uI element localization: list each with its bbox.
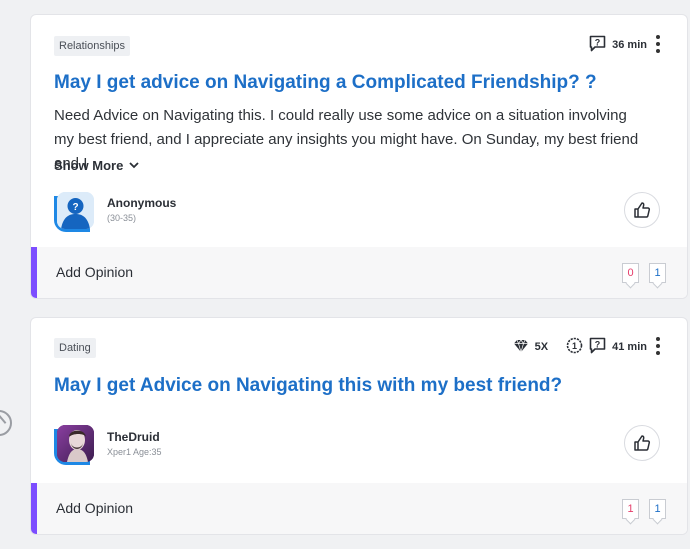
topic-tag[interactable]: Relationships: [54, 36, 131, 56]
thumbs-up-icon: [634, 435, 651, 451]
opinion-count-positive: 1: [649, 499, 666, 519]
add-opinion-button[interactable]: Add Opinion: [56, 500, 133, 516]
question-excerpt: Need Advice on Navigating this. I could …: [54, 107, 639, 172]
author-name[interactable]: TheDruid: [107, 430, 160, 444]
opinion-count-negative: 0: [622, 263, 639, 283]
svg-text:1: 1: [572, 341, 577, 351]
topic-tag[interactable]: Dating: [54, 338, 96, 358]
post-time: 36 min: [612, 39, 647, 51]
avatar[interactable]: ?: [54, 192, 94, 232]
question-card: Dating 5X 1 ? 41 min May I get Advice on…: [30, 317, 688, 535]
avatar[interactable]: [54, 425, 94, 465]
more-options-icon[interactable]: [656, 35, 660, 53]
opinion-footer: Add Opinion 0 1: [31, 247, 687, 298]
anonymous-user-icon: ?: [57, 192, 94, 229]
show-more-label: Show More: [54, 158, 124, 173]
chevron-down-icon: [129, 162, 139, 169]
like-button[interactable]: [624, 192, 660, 228]
post-time: 41 min: [612, 341, 647, 353]
post-meta: ? 36 min: [589, 35, 647, 55]
user-photo: [57, 425, 94, 462]
author-level-age: Xper1 Age:35: [107, 447, 162, 457]
opinion-footer: Add Opinion 1 1: [31, 483, 687, 534]
add-opinion-button[interactable]: Add Opinion: [56, 264, 133, 280]
opinion-count-positive: 1: [649, 263, 666, 283]
more-options-icon[interactable]: [656, 337, 660, 355]
scroll-left-icon[interactable]: [0, 410, 12, 436]
thumbs-up-icon: [634, 202, 651, 218]
xp-multiplier: 5X: [534, 341, 549, 353]
svg-text:?: ?: [595, 340, 601, 350]
comment-question-icon: ?: [589, 337, 606, 357]
opinion-count-negative: 1: [622, 499, 639, 519]
diamond-icon: [513, 338, 529, 356]
svg-text:?: ?: [595, 38, 601, 48]
post-meta: 5X 1 ? 41 min: [513, 337, 647, 357]
question-title[interactable]: May I get Advice on Navigating this with…: [54, 374, 657, 398]
question-title[interactable]: May I get advice on Navigating a Complic…: [54, 71, 657, 95]
show-more-button[interactable]: Show More: [54, 158, 139, 173]
author-age: (30-35): [107, 213, 137, 223]
like-button[interactable]: [624, 425, 660, 461]
author-name[interactable]: Anonymous: [107, 196, 176, 210]
svg-text:?: ?: [72, 202, 78, 213]
question-card: Relationships ? 36 min May I get advice …: [30, 14, 688, 299]
level-badge-icon: 1: [566, 337, 583, 357]
comment-question-icon: ?: [589, 35, 606, 55]
